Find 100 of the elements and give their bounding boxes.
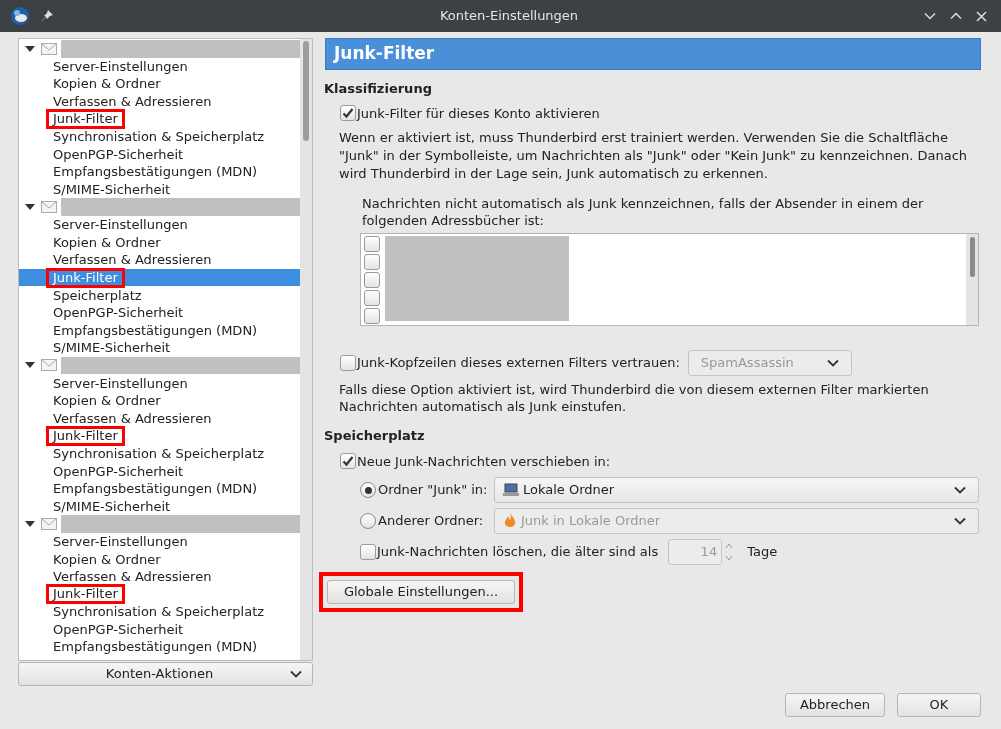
highlight-frame: OpenPGP-Sicherheit xyxy=(50,304,187,322)
tree-item[interactable]: OpenPGP-Sicherheit xyxy=(19,462,300,480)
radio-button[interactable] xyxy=(360,482,376,498)
dialog-button[interactable]: OK xyxy=(897,693,981,717)
tree-item[interactable]: Empfangsbestätigungen (MDN) xyxy=(19,638,300,656)
minimize-icon[interactable] xyxy=(924,12,936,20)
highlight-frame: Synchronisation & Speicherplatz xyxy=(50,444,268,462)
envelope-icon xyxy=(41,359,57,372)
radio-label: Ordner "Junk" in: xyxy=(378,481,489,500)
tree-item[interactable]: Kopien & Ordner xyxy=(19,391,300,410)
tree-item[interactable]: Synchronisation & Speicherplatz xyxy=(19,444,300,463)
tree-item[interactable]: Verfassen & Adressieren xyxy=(19,567,300,586)
maximize-icon[interactable] xyxy=(950,12,962,20)
tree-item[interactable]: Empfangsbestätigungen (MDN) xyxy=(19,479,300,498)
highlight-frame: Empfangsbestätigungen (MDN) xyxy=(50,638,261,656)
checkbox[interactable] xyxy=(364,308,380,324)
tree-item[interactable]: Empfangsbestätigungen (MDN) xyxy=(19,321,300,340)
highlight-frame: Server-Einstellungen xyxy=(50,374,191,392)
highlight-frame: Speicherplatz xyxy=(50,286,145,304)
expand-triangle-icon[interactable] xyxy=(25,519,35,528)
tree-item[interactable]: Kopien & Ordner xyxy=(19,550,300,568)
radio-label: Anderer Ordner: xyxy=(378,512,485,531)
highlight-frame: Verfassen & Adressieren xyxy=(50,568,215,586)
folder-dropdown[interactable]: Lokale Ordner xyxy=(494,477,979,503)
tree-item[interactable]: Kopien & Ordner xyxy=(19,233,300,252)
expand-triangle-icon[interactable] xyxy=(25,361,35,370)
checkmark-icon xyxy=(342,455,354,468)
checkbox[interactable] xyxy=(340,453,356,470)
global-settings-button[interactable]: Globale Einstellungen... xyxy=(327,580,515,604)
checkbox[interactable] xyxy=(360,544,376,560)
highlight-frame: Kopien & Ordner xyxy=(50,233,164,251)
tree-item[interactable]: Junk-Filter xyxy=(19,427,300,445)
highlight-frame: Kopien & Ordner xyxy=(50,392,164,410)
tree-item[interactable]: OpenPGP-Sicherheit xyxy=(19,145,300,164)
highlight-frame: Server-Einstellungen xyxy=(50,57,191,75)
scrollbar[interactable] xyxy=(300,39,312,660)
highlight-frame: S/MIME-Sicherheit xyxy=(50,339,174,357)
tree-item[interactable]: Server-Einstellungen xyxy=(19,215,300,234)
highlight-frame: Empfangsbestätigungen (MDN) xyxy=(50,321,261,339)
highlight-frame: Kopien & Ordner xyxy=(50,550,164,568)
expand-triangle-icon[interactable] xyxy=(25,203,35,212)
pin-icon[interactable] xyxy=(40,9,54,23)
tree-item[interactable]: Verfassen & Adressieren xyxy=(19,409,300,428)
tree-item[interactable]: Junk-Filter xyxy=(19,585,300,603)
checkbox[interactable] xyxy=(364,290,380,306)
highlight-frame: Empfangsbestätigungen (MDN) xyxy=(50,163,261,181)
checkbox[interactable] xyxy=(340,105,356,122)
tree-item[interactable]: Kopien & Ordner xyxy=(19,75,300,93)
page-header: Junk-Filter xyxy=(325,38,981,70)
app-logo-icon[interactable] xyxy=(10,6,30,26)
highlight-frame: OpenPGP-Sicherheit xyxy=(50,462,187,480)
highlight-frame: Verfassen & Adressieren xyxy=(50,93,215,111)
highlight-frame: Verfassen & Adressieren xyxy=(50,409,215,427)
highlight-frame: Junk-Filter xyxy=(46,584,125,605)
tree-item[interactable]: Synchronisation & Speicherplatz xyxy=(19,127,300,146)
tree-item[interactable]: Verfassen & Adressieren xyxy=(19,92,300,111)
close-icon[interactable] xyxy=(976,10,987,22)
expand-triangle-icon[interactable] xyxy=(25,44,35,53)
highlight-frame: S/MIME-Sicherheit xyxy=(50,497,174,515)
highlight-frame: Junk-Filter xyxy=(46,109,125,130)
tree-item[interactable]: Empfangsbestätigungen (MDN) xyxy=(19,163,300,181)
chevron-down-icon xyxy=(826,359,839,367)
highlight-frame: Synchronisation & Speicherplatz xyxy=(50,603,268,621)
checkbox-label: Junk-Nachrichten löschen, die älter sind als xyxy=(377,543,659,562)
tree-item[interactable]: Verfassen & Adressieren xyxy=(19,251,300,269)
checkbox-label: Neue Junk-Nachrichten verschieben in: xyxy=(357,452,611,471)
tree-item[interactable]: OpenPGP-Sicherheit xyxy=(19,620,300,639)
checkbox[interactable] xyxy=(364,272,380,288)
highlight-frame: Kopien & Ordner xyxy=(50,75,164,93)
chevron-down-icon xyxy=(954,517,966,525)
highlight-frame: Junk-Filter xyxy=(46,425,125,446)
highlight-frame: Junk-Filter xyxy=(46,267,125,288)
tree-item[interactable]: OpenPGP-Sicherheit xyxy=(19,303,300,322)
section-heading: Speicherplatz xyxy=(324,427,426,445)
radio-button[interactable] xyxy=(360,513,376,529)
checkbox[interactable] xyxy=(340,355,356,371)
highlight-frame: Synchronisation & Speicherplatz xyxy=(50,128,268,146)
flame-icon xyxy=(503,513,517,529)
description-text: Falls diese Option aktiviert ist, wird Thunderbird die von diesem externen Filter markierten Nachrichten automatisch als Junk einstufen. xyxy=(339,381,930,415)
tree-item[interactable]: Speicherplatz xyxy=(19,286,300,304)
tree-item[interactable]: Server-Einstellungen xyxy=(19,374,300,392)
account-actions-button[interactable]: Konten-Aktionen xyxy=(18,662,313,686)
tree-item[interactable]: Junk-Filter xyxy=(19,110,300,128)
checkmark-icon xyxy=(342,107,354,120)
checkbox[interactable] xyxy=(364,236,380,252)
highlight-frame: OpenPGP-Sicherheit xyxy=(50,620,187,638)
tree-item[interactable]: Synchronisation & Speicherplatz xyxy=(19,603,300,621)
dialog-button[interactable]: Abbrechen xyxy=(784,693,885,717)
scrollbar[interactable] xyxy=(966,234,978,325)
tree-item[interactable]: S/MIME-Sicherheit xyxy=(19,180,300,199)
tree-item[interactable]: Server-Einstellungen xyxy=(19,57,300,76)
tree-item[interactable]: Server-Einstellungen xyxy=(19,532,300,551)
tree-item[interactable]: S/MIME-Sicherheit xyxy=(19,497,300,516)
highlight-frame: OpenPGP-Sicherheit xyxy=(50,145,187,163)
section-heading: Klassifizierung xyxy=(324,80,433,98)
tree-item[interactable]: S/MIME-Sicherheit xyxy=(19,339,300,357)
chevron-down-icon xyxy=(954,486,966,494)
checkbox-label: Junk-Kopfzeilen dieses externen Filters vertrauen: xyxy=(357,354,680,373)
chevron-down-icon xyxy=(290,670,302,678)
checkbox[interactable] xyxy=(364,254,380,270)
